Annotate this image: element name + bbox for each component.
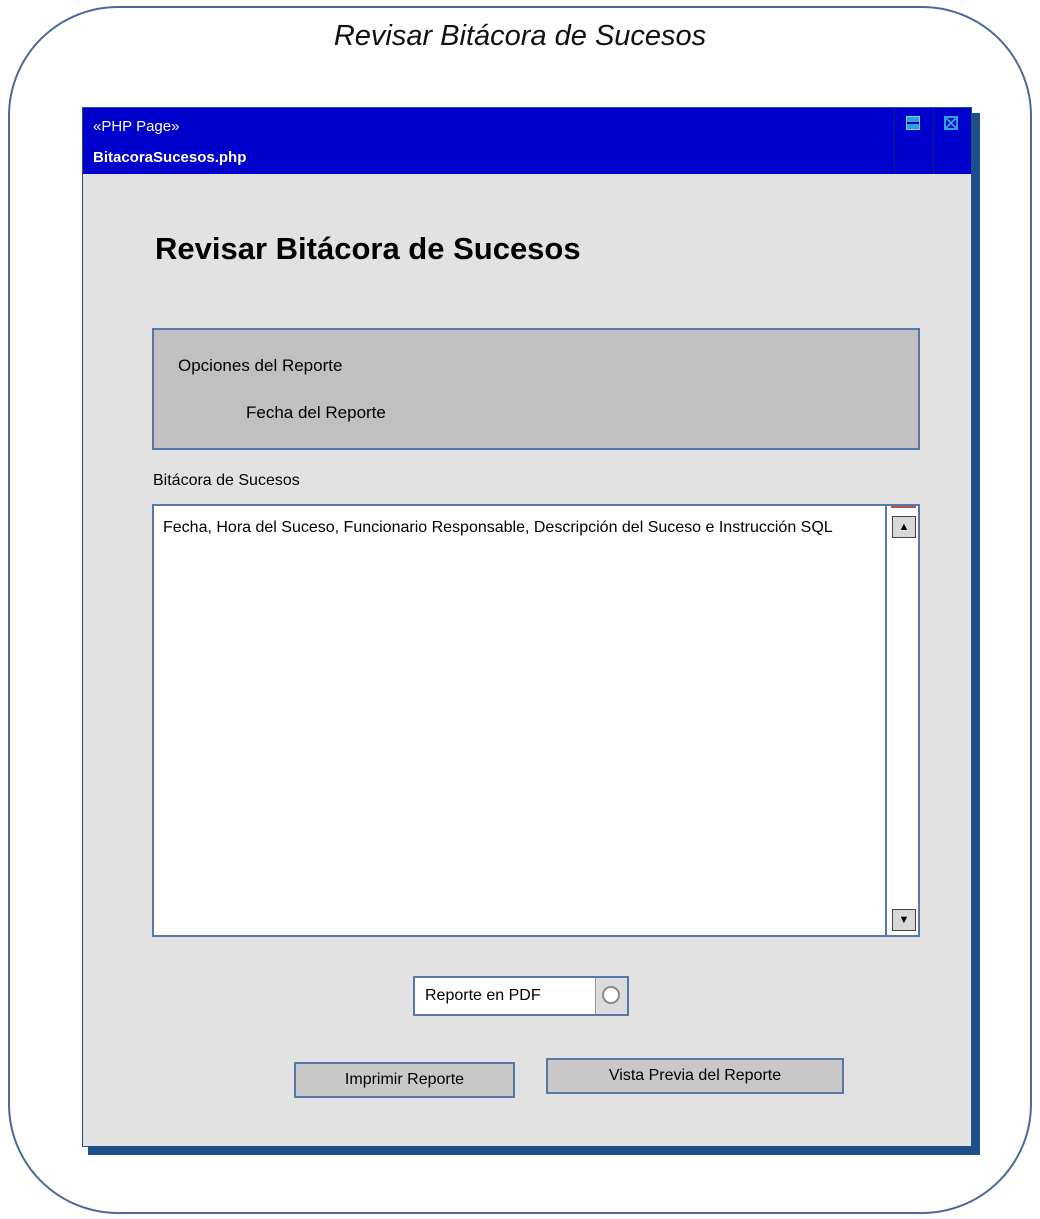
titlebar-divider <box>894 108 895 174</box>
event-log-label: Bitácora de Sucesos <box>153 472 300 489</box>
page-filename: BitacoraSucesos.php <box>93 149 247 166</box>
pdf-report-label: Reporte en PDF <box>425 987 541 1004</box>
report-options-title: Opciones del Reporte <box>178 356 343 375</box>
pdf-report-option[interactable]: Reporte en PDF <box>413 976 629 1016</box>
maximize-icon[interactable] <box>944 116 958 130</box>
php-page-window: «PHP Page» BitacoraSucesos.php Revisar B… <box>82 107 972 1147</box>
scroll-down-arrow-icon[interactable]: ▼ <box>892 909 916 931</box>
event-log-scrollbar[interactable]: ▲ ▼ <box>885 506 918 935</box>
report-options-panel: Opciones del Reporte Fecha del Reporte <box>152 328 920 450</box>
page-stereotype: «PHP Page» <box>93 118 180 135</box>
page-title: Revisar Bitácora de Sucesos <box>155 231 581 266</box>
event-log-content: Fecha, Hora del Suceso, Funcionario Resp… <box>163 519 833 536</box>
print-report-button[interactable]: Imprimir Reporte <box>294 1062 515 1098</box>
report-date-label: Fecha del Reporte <box>246 403 386 422</box>
pdf-radio-button[interactable] <box>602 986 620 1004</box>
window-titlebar: «PHP Page» BitacoraSucesos.php <box>83 108 971 174</box>
minimize-icon[interactable] <box>906 116 920 130</box>
scroll-up-arrow-icon[interactable]: ▲ <box>892 516 916 538</box>
titlebar-divider <box>933 108 934 174</box>
frame-title: Revisar Bitácora de Sucesos <box>333 20 707 52</box>
event-log-textarea[interactable]: Fecha, Hora del Suceso, Funcionario Resp… <box>152 504 920 937</box>
preview-report-button[interactable]: Vista Previa del Reporte <box>546 1058 844 1094</box>
pdf-radio-container[interactable] <box>595 978 627 1014</box>
